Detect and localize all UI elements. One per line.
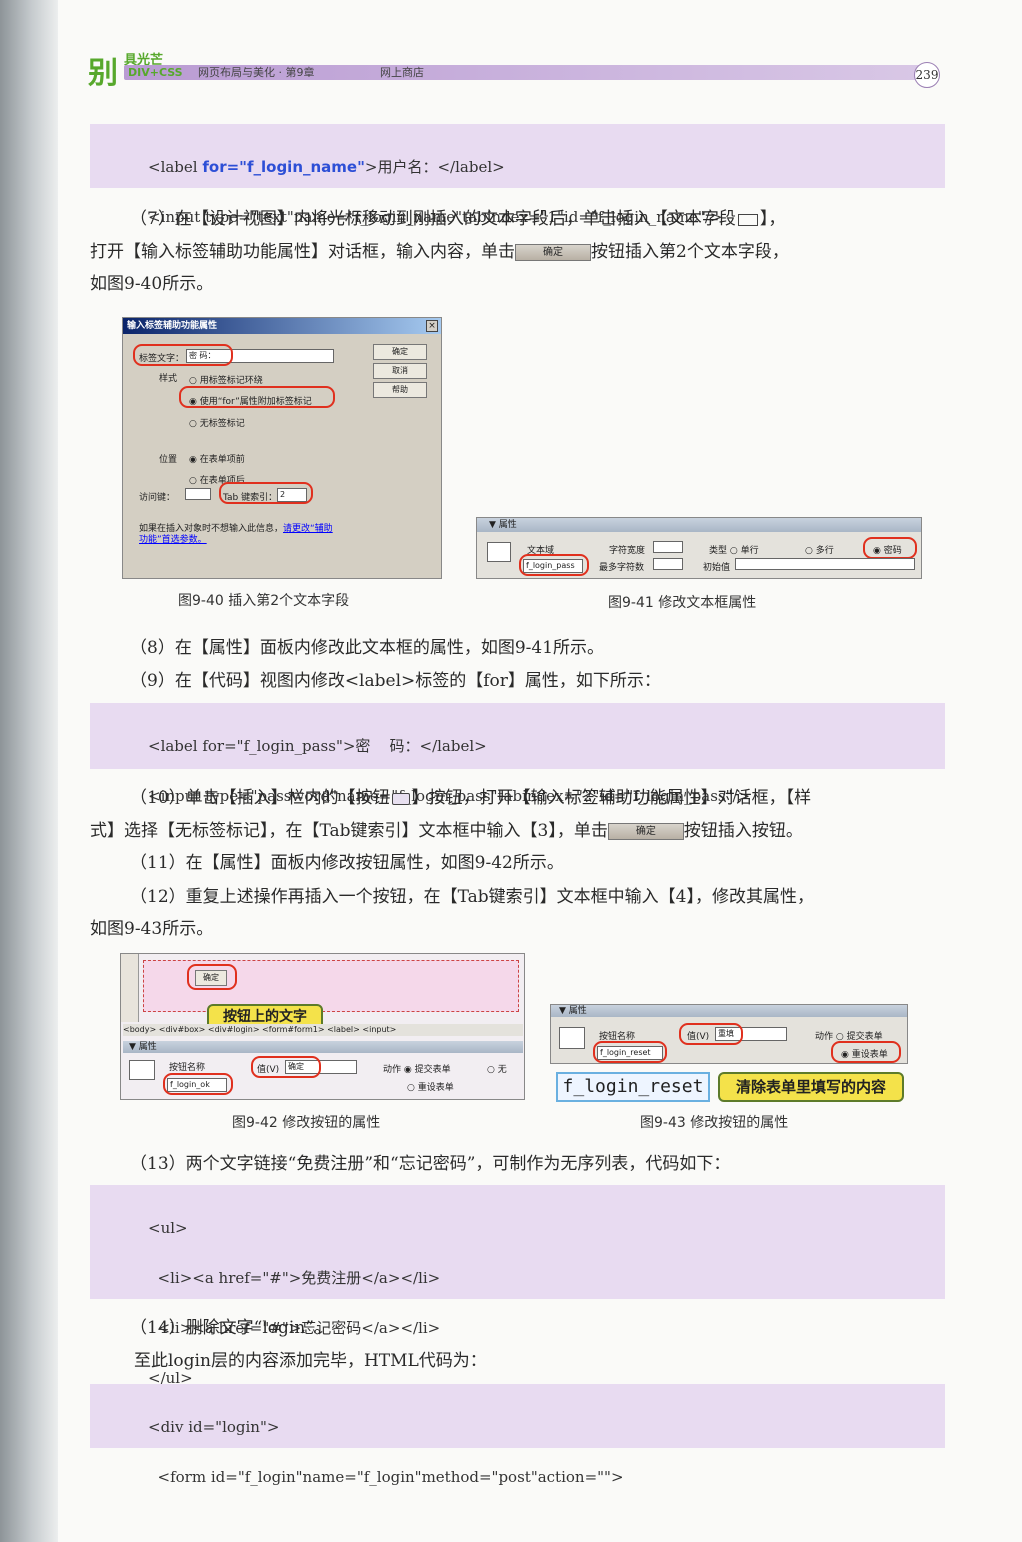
dialog-note: 如果在插入对象时不想输入此信息，请更改“辅助功能”首选参数。 — [139, 524, 333, 545]
highlight — [519, 554, 589, 576]
max-chars-label: 最多字符数 — [599, 563, 645, 573]
action-reset[interactable]: ○ 重设表单 — [407, 1080, 454, 1093]
ok-button-icon: 确定 — [515, 244, 591, 261]
position-label: 位置 — [159, 455, 178, 465]
max-chars-input[interactable] — [653, 558, 683, 570]
step-10-line2: 式】选择【无标签标记】，在【Tab键索引】文本框中输入【3】，单击 确定 按钮插入按… — [90, 821, 803, 841]
caption-9-41: 图9-41 修改文本框属性 — [608, 595, 757, 611]
radio-multi[interactable]: ○ 多行 — [805, 543, 834, 556]
figure-9-42: 确定 按钮上的文字 <body> <div#box> <div#login> <… — [120, 953, 525, 1100]
highlight — [863, 537, 917, 559]
step-12-line1: （12）重复上述操作再插入一个按钮，在【Tab键索引】文本框中输入【4】，修改其… — [130, 887, 814, 907]
ruler — [121, 954, 139, 1022]
step-12-line2: 如图9-43所示。 — [90, 919, 214, 939]
cancel-button[interactable]: 取消 — [373, 363, 427, 379]
code-block-3: <ul> <li><a href="#">免费注册</a></li> <li><… — [90, 1185, 945, 1387]
help-button[interactable]: 帮助 — [373, 382, 427, 398]
ok-button-icon: 确定 — [607, 823, 684, 840]
access-key-label: 访问键： — [139, 493, 176, 503]
code-line: <li><a href="#">免费注册</a></li> — [148, 1269, 441, 1287]
dialog-title: 输入标签辅助功能属性 — [123, 318, 441, 334]
char-width-input[interactable] — [653, 541, 683, 553]
caption-9-42: 图9-42 修改按钮的属性 — [232, 1115, 381, 1131]
ok-button[interactable]: 确定 — [373, 344, 427, 360]
char-width-label: 字符宽度 — [609, 546, 646, 556]
highlight — [133, 344, 233, 366]
type-label: 类型 ○ 单行 — [709, 546, 759, 556]
book-spine — [0, 0, 58, 1542]
step-13: （13）两个文字链接“免费注册”和“忘记密码”，可制作为无序列表，代码如下： — [130, 1154, 731, 1174]
code-line: <div id="login"> — [148, 1418, 280, 1436]
code-block-4: <div id="login"> <form id="f_login"name=… — [90, 1384, 945, 1486]
figure-9-40: 输入标签辅助功能属性 × 标签文字： 密 码： 样式 ○ 用标签标记环绕 ◉ 使… — [122, 317, 442, 579]
field-icon — [487, 542, 511, 562]
button-icon — [391, 792, 410, 805]
init-value-input[interactable] — [735, 558, 915, 570]
button-icon — [129, 1060, 155, 1080]
code-block-1: <label for="f_login_name">用户名：</label> <… — [90, 124, 945, 226]
panel-title: ▼ 属性 — [551, 1005, 907, 1017]
step-8: （8）在【属性】面板内修改此文本框的属性，如图9-41所示。 — [130, 638, 605, 658]
step-10-line1: （10）单击【插入】栏内的【按钮 】按钮，打开【输入标签辅助功能属性】对话框，【样 — [130, 788, 812, 808]
highlight — [219, 482, 313, 504]
radio-none[interactable]: ○ 无标签标记 — [189, 416, 245, 429]
panel-title: ▼ 属性 — [477, 518, 921, 532]
caption-9-40: 图9-40 插入第2个文本字段 — [178, 593, 350, 609]
radio-before[interactable]: ◉ 在表单项前 — [189, 452, 245, 465]
brand: DIV+CSS — [128, 66, 183, 79]
code-line: <ul> — [148, 1219, 188, 1237]
highlight — [251, 1056, 321, 1078]
code-line: <label for="f_login_name">用户名：</label> — [148, 158, 505, 176]
step-14: （14）删除文字“login”。 — [130, 1318, 331, 1338]
code-block-2: <label for="f_login_pass">密 码：</label> <… — [90, 703, 945, 805]
textfield-icon — [737, 213, 758, 226]
summary: 至此login层的内容添加完毕，HTML代码为： — [134, 1351, 487, 1371]
action-none[interactable]: ○ 无 — [487, 1062, 507, 1075]
init-value-label: 初始值 — [703, 563, 731, 573]
chapter: 网页布局与美化 · 第9章 — [198, 66, 315, 79]
button-name-label: 按钮名称 — [169, 1063, 206, 1073]
page-header: 别 具光芒 DIV+CSS 网页布局与美化 · 第9章 网上商店 239 — [88, 48, 948, 91]
step-11: （11）在【属性】面板内修改按钮属性，如图9-42所示。 — [130, 853, 564, 873]
code-line: <label for="f_login_pass">密 码：</label> — [148, 737, 487, 755]
step-9: （9）在【代码】视图内修改<label>标签的【for】属性，如下所示： — [130, 671, 661, 691]
step-7-line3: 如图9-40所示。 — [90, 274, 214, 294]
highlight — [593, 1041, 667, 1063]
figure-9-41: ▼ 属性 文本域 f_login_pass 字符宽度 最多字符数 类型 ○ 单行… — [476, 517, 922, 579]
style-label: 样式 — [159, 374, 178, 384]
code-line: <form id="f_login"name="f_login"method="… — [148, 1468, 624, 1486]
access-key-input[interactable] — [185, 488, 211, 500]
action-submit[interactable]: 动作 ◉ 提交表单 — [383, 1062, 451, 1075]
highlight — [163, 1073, 233, 1095]
button-icon — [559, 1027, 585, 1049]
radio-wrap[interactable]: ○ 用标签标记环绕 — [189, 373, 263, 386]
highlight — [831, 1041, 901, 1063]
figure-9-43: ▼ 属性 按钮名称 f_login_reset 值(V) 重填 动作 ○ 提交表… — [550, 1004, 908, 1064]
highlight — [179, 386, 335, 408]
step-7-line2: 打开【输入标签辅助功能属性】对话框，输入内容，单击 确定 按钮插入第2个文本字段， — [90, 242, 789, 262]
step-7-line1: （7）在【设计视图】内将光标移动到刚插入的文本字段后，单击插入【文本字段】， — [130, 209, 786, 229]
caption-9-43: 图9-43 修改按钮的属性 — [640, 1115, 789, 1131]
callout-reset-desc: 清除表单里填写的内容 — [718, 1072, 904, 1102]
callout-button-name: f_login_reset — [556, 1072, 710, 1102]
logo: 别 — [88, 56, 118, 91]
close-icon[interactable]: × — [426, 320, 438, 332]
section: 网上商店 — [380, 66, 424, 79]
header-bar: DIV+CSS 网页布局与美化 · 第9章 网上商店 — [124, 65, 934, 80]
tag-selector[interactable]: <body> <div#box> <div#login> <form#form1… — [123, 1024, 523, 1036]
highlight — [187, 964, 237, 990]
panel-title: ▼ 属性 — [123, 1041, 523, 1053]
highlight — [679, 1023, 743, 1045]
page-number: 239 — [914, 62, 940, 88]
